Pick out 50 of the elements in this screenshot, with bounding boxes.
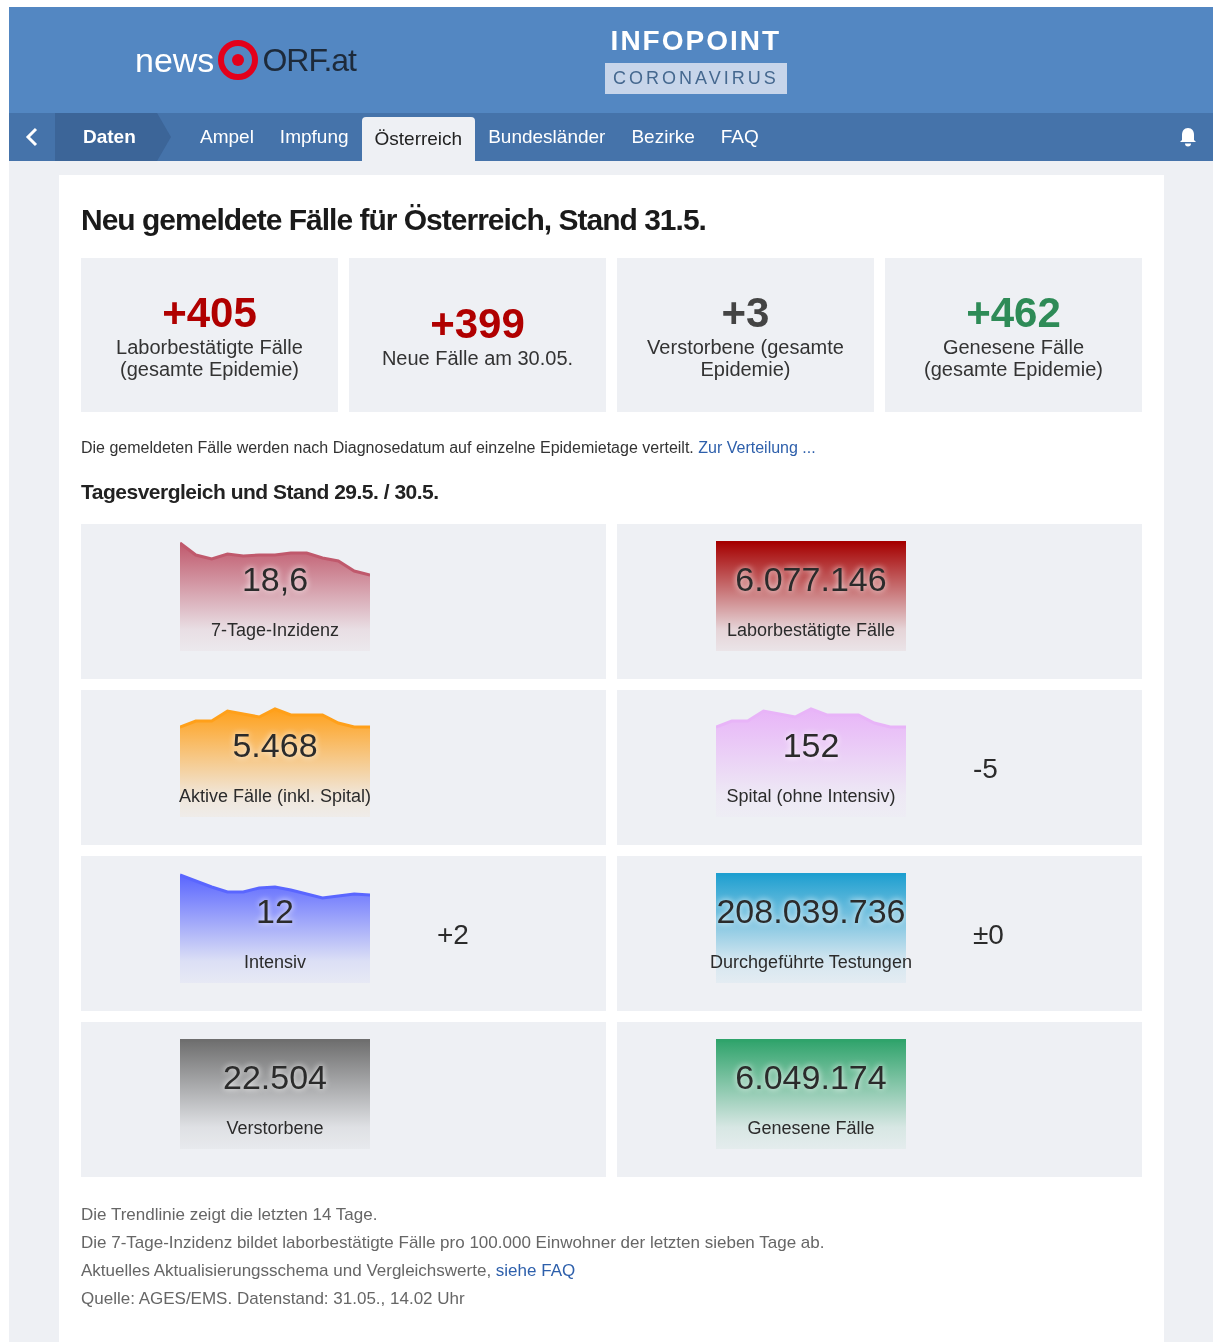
back-icon <box>25 126 39 148</box>
faq-link[interactable]: siehe FAQ <box>495 1260 576 1280</box>
footnote-text: Aktuelles Aktualisierungsschema und Vergleichswerte, siehe FAQ <box>81 1259 577 1282</box>
nav-tab[interactable]: Ampel <box>187 113 267 161</box>
section-label: Daten <box>55 113 171 161</box>
stat-value: 152 <box>782 724 840 766</box>
stat-label: Laborbestätigte Fälle (gesamte Epidemie) <box>115 336 304 381</box>
bell-icon[interactable] <box>1179 127 1197 147</box>
stat-label: Genesene Fälle (gesamte Epidemie) <box>923 336 1104 381</box>
stat-value: +405 <box>162 289 257 337</box>
stat-value: +462 <box>966 289 1061 337</box>
stat-label: 7-Tage-Inzidenz <box>210 619 340 643</box>
footnote-text: Die Trendlinie zeigt die letzten 14 Tage. <box>81 1203 379 1226</box>
stat-value: 6.077.146 <box>735 558 887 600</box>
footnote-text: Quelle: AGES/EMS. Datenstand: 31.05., 14.02 Uhr <box>81 1287 466 1310</box>
stat-label: Aktive Fälle (inkl. Spital) <box>178 785 372 809</box>
stat-label: Verstorbene (gesamte Epidemie) <box>646 336 845 381</box>
logo-text: ORF.at <box>262 41 356 80</box>
stat-value: 208.039.736 <box>716 890 906 932</box>
logo-text: news <box>135 39 215 81</box>
page-heading: Neu gemeldete Fälle für Österreich, Stand 31.5. <box>81 202 707 238</box>
change-value: +2 <box>437 917 469 952</box>
stat-value: 22.504 <box>223 1056 327 1098</box>
stat-label: Durchgeführte Testungen <box>710 951 912 975</box>
logo-ring-icon <box>218 40 259 80</box>
nav-tab[interactable]: Impfung <box>266 113 362 161</box>
distribution-link[interactable]: Zur Verteilung ... <box>698 439 816 456</box>
stat-label: Laborbestätigte Fälle <box>726 619 896 643</box>
stat-value: 18,6 <box>241 558 309 600</box>
nav-tab[interactable]: Bezirke <box>618 113 708 161</box>
infopoint-title: INFOPOINT <box>610 26 782 55</box>
stat-value: 12 <box>256 890 294 932</box>
footnote-text: Die 7-Tage-Inzidenz bildet laborbestätigte Fälle pro 100.000 Einwohner der letzten sieben Tage ab. <box>81 1231 826 1254</box>
stat-label: Genesene Fälle <box>747 1117 875 1141</box>
stat-label: Spital (ohne Intensiv) <box>726 785 896 809</box>
nav-tab[interactable]: Österreich <box>361 117 476 161</box>
stat-value: 5.468 <box>232 724 318 766</box>
section-heading: Tagesvergleich und Stand 29.5. / 30.5. <box>81 479 440 505</box>
change-value: ±0 <box>973 917 1004 952</box>
stat-value: +399 <box>430 300 525 348</box>
stat-label: Intensiv <box>243 951 306 975</box>
stat-value: +3 <box>721 289 770 337</box>
stat-label: Verstorbene <box>226 1117 324 1141</box>
change-value: -5 <box>973 751 998 786</box>
note-text: Die gemeldeten Fälle werden nach Diagnosedatum auf einzelne Epidemietage verteilt. Zur Verteilung ... <box>81 438 817 458</box>
stat-label: Neue Fälle am 30.05. <box>380 347 575 370</box>
coronavirus-subtitle: CORONAVIRUS <box>605 62 787 94</box>
nav-tab[interactable]: FAQ <box>707 113 772 161</box>
nav-tab[interactable]: Bundesländer <box>475 113 619 161</box>
stat-value: 6.049.174 <box>735 1056 887 1098</box>
